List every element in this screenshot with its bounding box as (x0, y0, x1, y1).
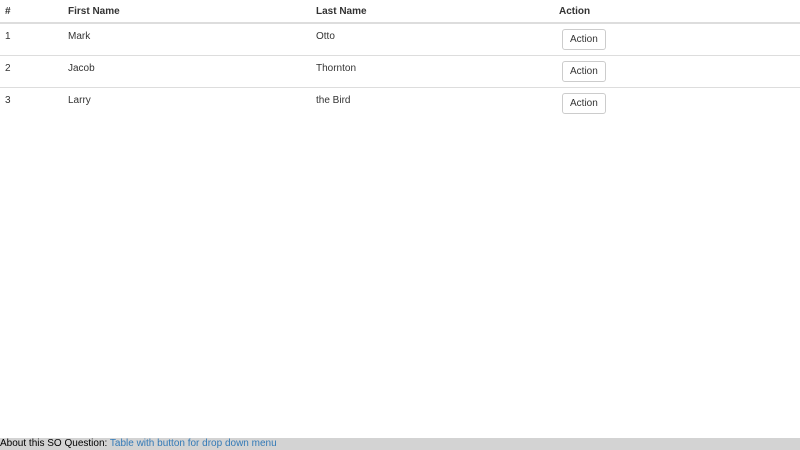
first-name: Larry (68, 95, 91, 106)
last-name: Otto (316, 31, 335, 42)
action-button[interactable]: Action (562, 93, 606, 114)
header-action: Action (554, 0, 800, 24)
page: # First Name Last Name Action 1 Mark Ott… (0, 0, 800, 450)
table-header: # First Name Last Name Action (0, 0, 800, 24)
table-body: 1 Mark Otto Action 2 Jacob Thornton Acti… (0, 23, 800, 119)
first-name: Jacob (68, 63, 95, 74)
last-name-cell: Otto (311, 23, 554, 56)
first-name-cell: Larry (63, 87, 311, 119)
action-button[interactable]: Action (562, 61, 606, 82)
action-button[interactable]: Action (562, 29, 606, 50)
first-name-cell: Jacob (63, 55, 311, 88)
last-name: the Bird (316, 95, 351, 106)
table-row: 1 Mark Otto Action (0, 23, 800, 56)
row-number: 2 (5, 63, 11, 74)
last-name-cell: the Bird (311, 87, 554, 119)
header-number: # (0, 0, 63, 24)
footer-bar: About this SO Question: Table with butto… (0, 438, 800, 450)
row-number-cell: 2 (0, 55, 63, 88)
last-name: Thornton (316, 63, 357, 74)
action-cell: Action (554, 87, 800, 119)
row-number: 3 (5, 95, 11, 106)
table-row: 3 Larry the Bird Action (0, 87, 800, 119)
header-row: # First Name Last Name Action (0, 0, 800, 24)
action-cell: Action (554, 55, 800, 88)
row-number: 1 (5, 31, 11, 42)
row-number-cell: 1 (0, 23, 63, 56)
header-last-name: Last Name (311, 0, 554, 24)
question-link[interactable]: Table with button for drop down menu (110, 438, 277, 449)
first-name-cell: Mark (63, 23, 311, 56)
footer-prefix: About this SO Question: (0, 438, 108, 449)
data-table: # First Name Last Name Action 1 Mark Ott… (0, 0, 800, 119)
row-number-cell: 3 (0, 87, 63, 119)
last-name-cell: Thornton (311, 55, 554, 88)
header-first-name: First Name (63, 0, 311, 24)
table-row: 2 Jacob Thornton Action (0, 55, 800, 88)
action-cell: Action (554, 23, 800, 56)
first-name: Mark (68, 31, 91, 42)
